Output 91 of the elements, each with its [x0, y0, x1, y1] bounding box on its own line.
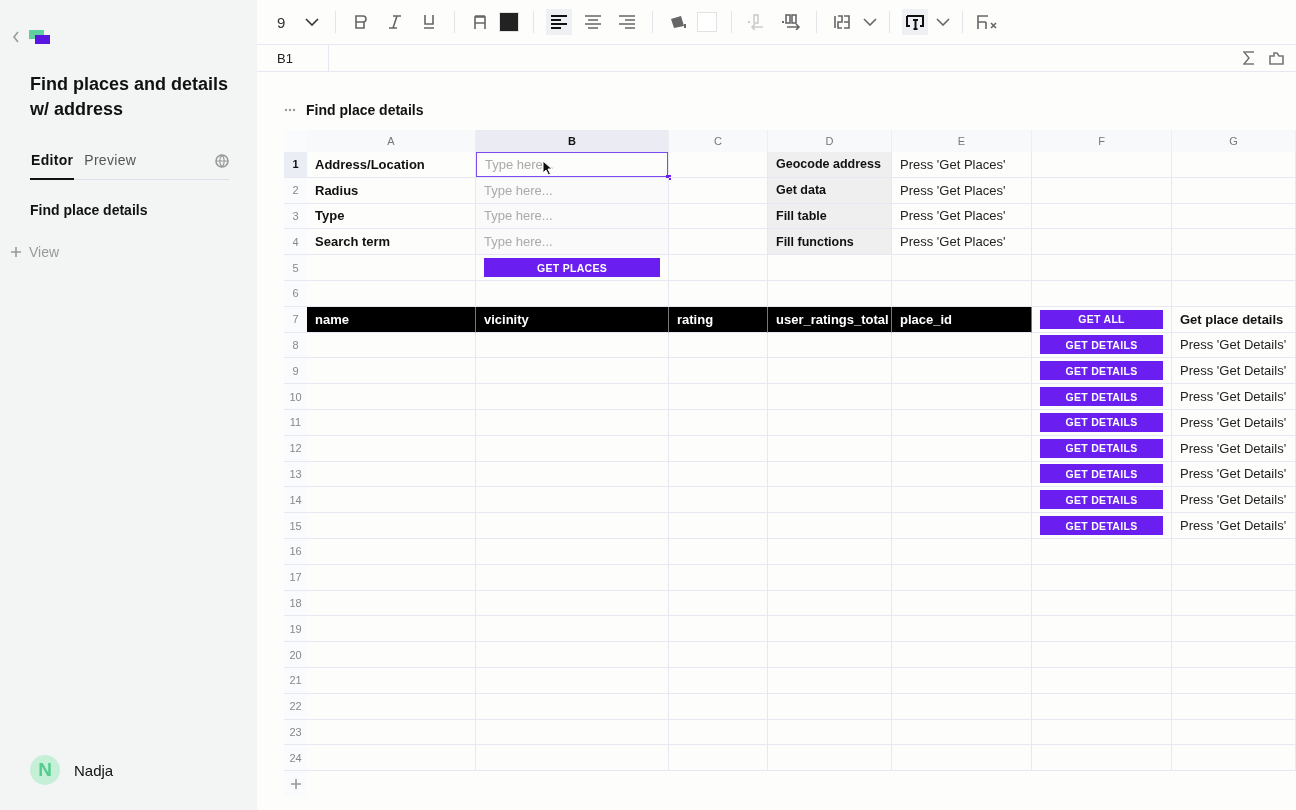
user-name: Nadja: [74, 761, 114, 779]
chevron-down-icon: [305, 18, 320, 26]
input-field[interactable]: Type here...: [476, 177, 668, 203]
table-header-cell: vicinity: [476, 306, 669, 333]
cell-reference: B1: [257, 45, 329, 71]
empty-cell[interactable]: [892, 281, 1032, 307]
cell-text: Address/Location: [315, 156, 425, 172]
column-header[interactable]: A: [307, 130, 476, 152]
wrap-text-icon: [906, 14, 925, 30]
chevron-down-icon: [863, 18, 878, 26]
column-header[interactable]: F: [1032, 130, 1172, 152]
user-avatar: N: [30, 755, 60, 785]
cell-text: Press 'Get Details': [1180, 518, 1287, 534]
align-center-icon: [584, 14, 603, 30]
action-button[interactable]: GET DETAILS: [1040, 464, 1163, 484]
table-header-cell: name: [307, 306, 476, 333]
table-header-cell: rating: [669, 306, 768, 333]
cell-text: Search term: [315, 234, 391, 250]
cell-text: Press 'Get Places': [900, 208, 1006, 224]
align-left-icon: [550, 14, 569, 30]
back-icon: [12, 31, 20, 43]
action-button[interactable]: GET PLACES: [484, 258, 660, 278]
add-row-icon: [290, 779, 301, 789]
italic-icon: [387, 14, 404, 30]
action-button[interactable]: GET DETAILS: [1040, 438, 1163, 458]
step-cell: Geocode address: [768, 152, 892, 178]
empty-cell[interactable]: [1032, 281, 1172, 307]
sidebar-tab[interactable]: Preview: [83, 152, 138, 180]
page-item[interactable]: Find place details: [30, 202, 148, 218]
input-field[interactable]: Type here...: [476, 152, 668, 177]
cell-text: Press 'Get Details': [1180, 414, 1287, 430]
chevron-down-icon: [936, 18, 951, 26]
empty-cell[interactable]: [768, 332, 892, 359]
font-size-value[interactable]: 9: [277, 13, 286, 31]
action-button[interactable]: GET DETAILS: [1040, 516, 1163, 536]
sheet-title: Find place details: [306, 102, 424, 118]
sidebar-tab[interactable]: Editor: [30, 152, 75, 180]
document-title: Find places and details w/ address: [30, 73, 230, 121]
action-button[interactable]: GET DETAILS: [1040, 335, 1163, 355]
row-number[interactable]: 1: [284, 152, 307, 178]
cell-text: Press 'Get Details': [1180, 492, 1287, 508]
plus-icon: [11, 247, 21, 257]
cell-text: Press 'Get Places': [900, 156, 1006, 172]
cell-text: Get place details: [1180, 311, 1284, 327]
action-button[interactable]: GET DETAILS: [1040, 361, 1163, 381]
cell-text: Press 'Get Places': [900, 234, 1006, 250]
table-header-cell: user_ratings_total: [768, 306, 892, 333]
step-cell: Get data: [768, 177, 892, 204]
color-swatch[interactable]: [499, 12, 520, 32]
sigma-icon: [1243, 51, 1255, 65]
align-right-icon: [618, 14, 637, 30]
input-field[interactable]: Type here...: [476, 229, 668, 255]
globe-icon: [215, 153, 229, 168]
more-icon: [284, 108, 296, 112]
action-button[interactable]: GET DETAILS: [1040, 387, 1163, 407]
logo-icon: [29, 30, 51, 44]
increase-decimals-icon: [781, 14, 802, 30]
bold-icon: [353, 14, 370, 30]
empty-cell[interactable]: [669, 281, 768, 307]
column-header[interactable]: G: [1172, 130, 1296, 152]
paint-bucket-icon: [669, 14, 688, 30]
cell-text: Press 'Get Details': [1180, 389, 1287, 405]
cell-text: Press 'Get Details': [1180, 440, 1287, 456]
cell-text: Press 'Get Places': [900, 182, 1006, 198]
empty-cell[interactable]: [476, 281, 669, 307]
column-header[interactable]: B: [476, 130, 669, 152]
action-button[interactable]: GET DETAILS: [1040, 490, 1163, 510]
input-field[interactable]: Type here...: [476, 203, 668, 229]
step-cell: Fill table: [768, 203, 892, 230]
number-format-icon: [833, 14, 852, 30]
action-button[interactable]: GET DETAILS: [1040, 412, 1163, 432]
cell-text: Press 'Get Details': [1180, 363, 1287, 379]
text-color-icon: [472, 14, 489, 30]
empty-cell[interactable]: [892, 332, 1032, 359]
add-view-link[interactable]: View: [29, 244, 60, 260]
wrap-button[interactable]: [902, 9, 951, 35]
empty-cell[interactable]: [768, 281, 892, 307]
column-header[interactable]: E: [892, 130, 1032, 152]
column-header[interactable]: D: [768, 130, 892, 152]
cell-text: Type: [315, 208, 345, 224]
table-header-cell: place_id: [892, 306, 1032, 333]
column-header[interactable]: C: [669, 130, 768, 152]
color-swatch[interactable]: [697, 12, 718, 32]
cell-text: Radius: [315, 182, 359, 198]
empty-cell[interactable]: [669, 332, 768, 359]
step-cell: Fill functions: [768, 229, 892, 256]
cell-text: Press 'Get Details': [1180, 466, 1287, 482]
align-left-button[interactable]: [546, 9, 573, 35]
empty-cell[interactable]: [476, 332, 669, 359]
get-all-button[interactable]: GET ALL: [1040, 309, 1163, 329]
cell-text: Press 'Get Details': [1180, 337, 1287, 353]
